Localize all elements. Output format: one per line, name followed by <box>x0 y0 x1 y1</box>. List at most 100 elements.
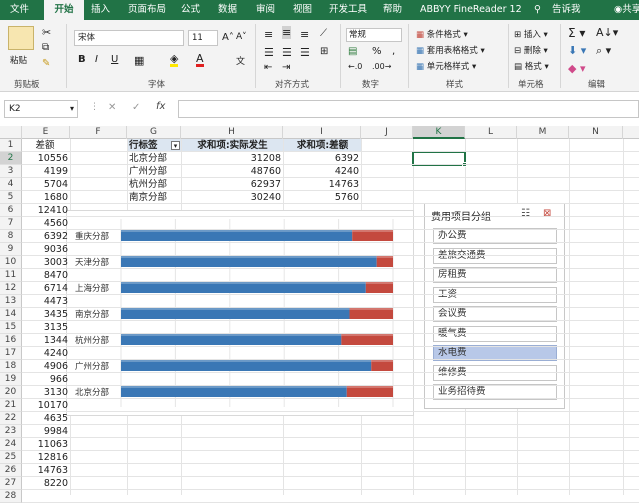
column-e-cell[interactable]: 10170 <box>22 399 68 412</box>
column-e-cell[interactable]: 9984 <box>22 425 68 438</box>
delete-cells-button[interactable]: ⊟ 删除 ▾ <box>514 44 548 56</box>
column-e-cell[interactable]: 1344 <box>22 334 68 347</box>
column-header-k[interactable]: K <box>413 126 465 139</box>
enter-icon[interactable]: ✓ <box>132 102 140 113</box>
formula-input[interactable] <box>178 100 639 118</box>
row-header[interactable]: 2 <box>0 152 22 165</box>
row-header[interactable]: 23 <box>0 425 22 438</box>
number-format-select[interactable]: 常规 <box>346 28 402 42</box>
tab-insert[interactable]: 插入 <box>91 0 110 20</box>
tab-help[interactable]: 帮助 <box>383 0 402 20</box>
shrink-font-button[interactable]: A˅ <box>236 32 247 42</box>
row-header[interactable]: 10 <box>0 256 22 269</box>
increase-decimal-icon[interactable]: ←.0 <box>348 62 362 71</box>
column-header-m[interactable]: M <box>517 126 569 139</box>
column-e-cell[interactable]: 10556 <box>22 152 68 165</box>
column-e-cell[interactable]: 1680 <box>22 191 68 204</box>
font-color-button[interactable]: A <box>196 53 204 67</box>
row-header[interactable]: 26 <box>0 464 22 477</box>
orientation-icon[interactable]: ⟋ <box>320 28 327 39</box>
row-header[interactable]: 16 <box>0 334 22 347</box>
clear-filter-icon[interactable]: ⊠ <box>543 208 551 219</box>
name-box[interactable]: K2 ▾ <box>4 100 78 118</box>
sort-filter-icon[interactable]: A↓▾ <box>596 26 618 39</box>
wen-icon[interactable]: 文 <box>236 54 245 67</box>
tab-developer[interactable]: 开发工具 <box>329 0 367 20</box>
row-header[interactable]: 7 <box>0 217 22 230</box>
find-select-icon[interactable]: ⌕ ▾ <box>596 44 611 58</box>
row-header[interactable]: 11 <box>0 269 22 282</box>
row-header[interactable]: 28 <box>0 490 22 503</box>
column-e-cell[interactable]: 6392 <box>22 230 68 243</box>
row-header[interactable]: 18 <box>0 360 22 373</box>
row-header[interactable]: 25 <box>0 451 22 464</box>
row-header[interactable]: 4 <box>0 178 22 191</box>
column-e-cell[interactable]: 12410 <box>22 204 68 217</box>
cell-styles-button[interactable]: ▦ 单元格样式 ▾ <box>416 60 476 72</box>
grow-font-button[interactable]: A˄ <box>222 32 234 43</box>
column-e-cell[interactable]: 9036 <box>22 243 68 256</box>
bold-button[interactable]: B <box>78 54 86 65</box>
column-header-g[interactable]: G <box>127 126 181 139</box>
share-button[interactable]: ◉共享 <box>614 0 639 20</box>
column-e-cell[interactable]: 4560 <box>22 217 68 230</box>
percent-button[interactable]: % <box>372 46 382 57</box>
row-header[interactable]: 15 <box>0 321 22 334</box>
column-e-cell[interactable]: 3435 <box>22 308 68 321</box>
row-header[interactable]: 8 <box>0 230 22 243</box>
column-e-cell[interactable]: 4635 <box>22 412 68 425</box>
row-header[interactable]: 20 <box>0 386 22 399</box>
align-bottom-icon[interactable]: ≡ <box>300 28 309 41</box>
format-painter-icon[interactable]: ✎ <box>42 58 50 69</box>
slicer-panel[interactable]: 费用项目分组 ☷ ⊠ 办公费 差旅交通费 房租费 工资 会议费 暖气费 水电费 维修费 业务招待… <box>424 203 565 409</box>
column-e-cell[interactable]: 12816 <box>22 451 68 464</box>
border-icon[interactable]: ▦ <box>134 54 144 67</box>
column-header-e[interactable]: E <box>22 126 70 139</box>
row-header[interactable]: 27 <box>0 477 22 490</box>
increase-indent-icon[interactable]: ⇥ <box>282 62 290 73</box>
font-name-select[interactable]: 宋体 <box>74 30 184 46</box>
tab-review[interactable]: 审阅 <box>256 0 275 20</box>
column-e-cell[interactable]: 8220 <box>22 477 68 490</box>
tab-file[interactable]: 文件 <box>10 0 29 20</box>
row-header[interactable]: 12 <box>0 282 22 295</box>
multi-select-icon[interactable]: ☷ <box>521 208 530 219</box>
align-middle-icon[interactable]: ≡ <box>282 26 292 39</box>
align-center-icon[interactable]: ☰ <box>282 46 292 59</box>
column-e-cell[interactable]: 3135 <box>22 321 68 334</box>
autosum-icon[interactable]: Σ ▾ <box>568 26 585 40</box>
row-header[interactable]: 21 <box>0 399 22 412</box>
format-cells-button[interactable]: ▤ 格式 ▾ <box>514 60 549 72</box>
row-header[interactable]: 5 <box>0 191 22 204</box>
insert-cells-button[interactable]: ⊞ 插入 ▾ <box>514 28 548 40</box>
align-left-icon[interactable]: ☰ <box>264 46 274 59</box>
merge-icon[interactable]: ⊞ <box>320 46 328 57</box>
copy-icon[interactable]: ⧉ <box>42 42 49 53</box>
decrease-indent-icon[interactable]: ⇤ <box>264 62 272 73</box>
format-as-table-button[interactable]: ▦ 套用表格格式 ▾ <box>416 44 485 56</box>
clipboard-icon[interactable] <box>8 26 34 50</box>
column-e-cell[interactable]: 3003 <box>22 256 68 269</box>
column-e-cell[interactable]: 11063 <box>22 438 68 451</box>
column-header-j[interactable]: J <box>361 126 413 139</box>
column-header-n[interactable]: N <box>569 126 623 139</box>
align-top-icon[interactable]: ≡ <box>264 28 273 41</box>
tell-me-search[interactable]: 告诉我 <box>552 0 581 20</box>
row-header[interactable]: 13 <box>0 295 22 308</box>
row-header[interactable]: 24 <box>0 438 22 451</box>
row-header[interactable]: 22 <box>0 412 22 425</box>
row-header[interactable]: 6 <box>0 204 22 217</box>
tab-home[interactable]: 开始 <box>44 0 84 20</box>
cut-icon[interactable]: ✂ <box>42 26 51 39</box>
select-all-corner[interactable] <box>0 126 22 139</box>
comma-button[interactable]: , <box>392 46 395 57</box>
column-header-i[interactable]: I <box>283 126 361 139</box>
fill-icon[interactable]: ⬇ ▾ <box>568 44 586 57</box>
column-e-cell[interactable]: 4473 <box>22 295 68 308</box>
paste-button[interactable]: 粘贴 <box>10 54 27 66</box>
cancel-icon[interactable]: ✕ <box>108 102 116 113</box>
font-size-select[interactable]: 11 <box>188 30 218 46</box>
tab-data[interactable]: 数据 <box>218 0 237 20</box>
column-e-cell[interactable]: 4199 <box>22 165 68 178</box>
tab-abbyy[interactable]: ABBYY FineReader 12 <box>420 0 522 20</box>
